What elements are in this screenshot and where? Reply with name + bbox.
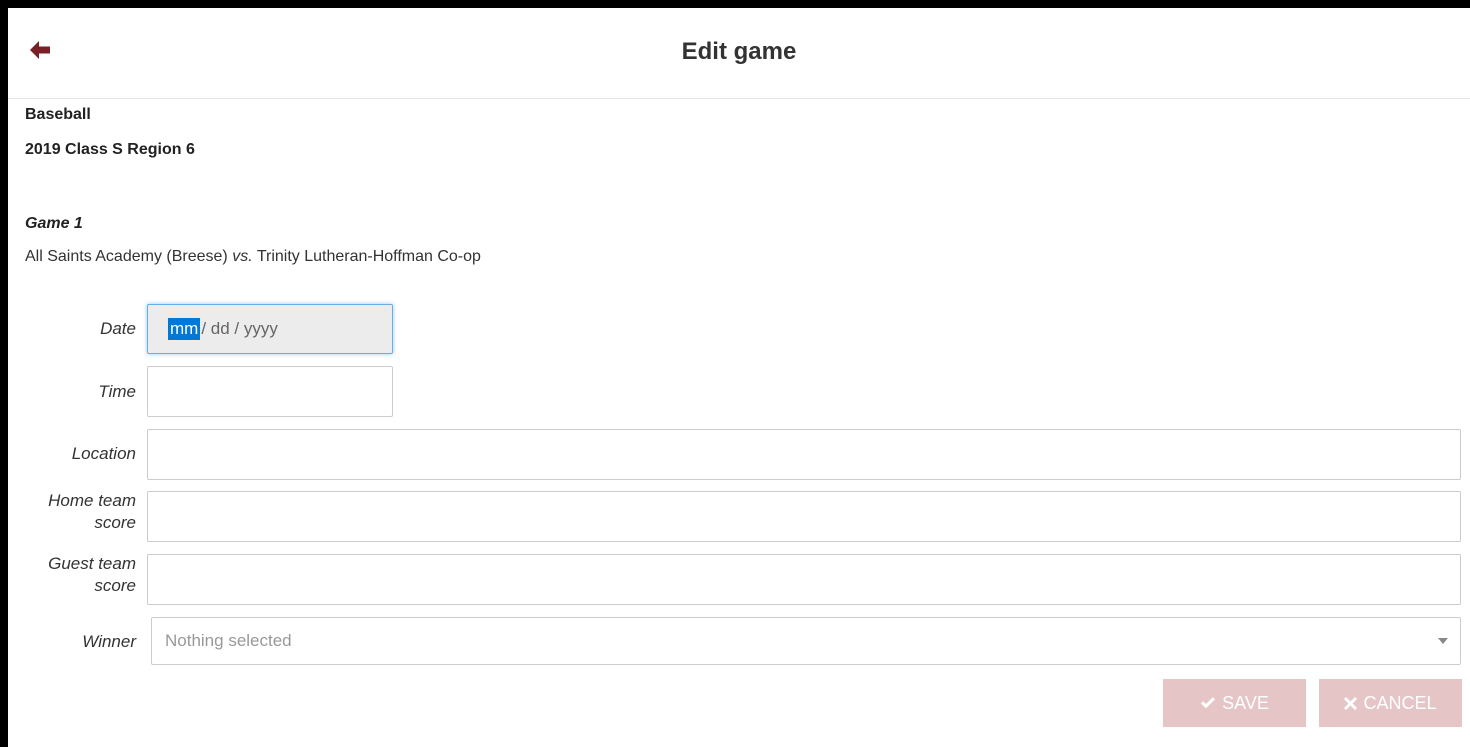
tournament-name: 2019 Class S Region 6 [25,141,195,158]
caret-down-icon [1438,638,1448,644]
winner-placeholder: Nothing selected [165,631,292,650]
winner-label: Winner [82,632,136,651]
guest-score-label-line1: Guest team [48,554,136,573]
cancel-button[interactable]: CANCEL [1319,679,1462,727]
edit-game-panel: Edit game Baseball 2019 Class S Region 6… [8,8,1470,747]
time-label: Time [98,382,136,401]
game-label: Game 1 [25,215,83,232]
guest-score-label: Guest team score [8,553,136,597]
date-rest-segments: / dd / yyyy [201,319,278,338]
location-label: Location [71,444,136,463]
home-score-label-line2: score [94,513,136,532]
save-label: SAVE [1222,692,1269,713]
check-icon [1200,696,1216,710]
guest-score-input[interactable] [147,554,1461,605]
sport-name: Baseball [25,106,91,123]
home-score-input[interactable] [147,491,1461,542]
date-label: Date [100,319,136,338]
guest-team-name: Trinity Lutheran-Hoffman Co-op [256,248,481,265]
location-input[interactable] [147,429,1461,480]
page-title: Edit game [681,38,797,65]
time-input[interactable] [147,366,393,417]
vs-label: vs. [232,248,253,265]
home-score-label-line1: Home team [48,491,136,510]
x-icon [1344,696,1358,710]
header: Edit game [8,8,1470,99]
save-button[interactable]: SAVE [1163,679,1306,727]
date-month-segment[interactable]: mm [168,318,201,340]
winner-select[interactable]: Nothing selected [151,617,1461,665]
matchup: All Saints Academy (Breese) vs. Trinity … [25,248,481,266]
guest-score-label-line2: score [94,576,136,595]
date-input[interactable]: mm / dd / yyyy [147,304,393,354]
home-team-name: All Saints Academy (Breese) [25,248,228,265]
cancel-label: CANCEL [1363,692,1437,713]
home-score-label: Home team score [8,490,136,534]
